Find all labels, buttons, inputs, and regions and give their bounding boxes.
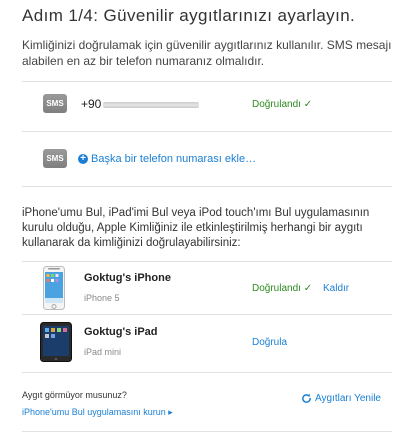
phone-verified-status: Doğrulandı ✓	[252, 99, 313, 110]
divider	[22, 261, 392, 262]
divider	[22, 81, 392, 82]
sms-icon: SMS	[43, 94, 67, 113]
divider	[22, 314, 392, 315]
remove-device-button[interactable]: Kaldır	[323, 283, 349, 294]
sms-icon: SMS	[43, 149, 67, 168]
ipad-icon	[40, 322, 72, 362]
add-phone-link[interactable]: + Başka bir telefon numarası ekle…	[78, 153, 256, 165]
redacted-number	[103, 101, 200, 108]
install-find-my-link[interactable]: iPhone'umu Bul uygulamasını kurun ▸	[22, 407, 173, 418]
plus-circle-icon: +	[78, 154, 88, 164]
divider	[22, 372, 392, 373]
divider	[22, 131, 392, 132]
divider	[22, 186, 392, 187]
refresh-icon	[302, 393, 311, 403]
find-my-description: iPhone'umu Bul, iPad'imi Bul veya iPod t…	[22, 207, 370, 249]
device-model: iPhone 5	[84, 293, 120, 303]
verify-device-button[interactable]: Doğrula	[252, 337, 287, 348]
phone-number-prefix: +90	[81, 97, 102, 111]
refresh-label: Aygıtları Yenile	[315, 393, 381, 404]
no-device-question: Aygıt görmüyor musunuz?	[22, 390, 127, 400]
device-name: Goktug's iPhone	[84, 272, 171, 284]
intro-text: Kimliğinizi doğrulamak için güvenilir ay…	[22, 38, 392, 68]
divider	[22, 431, 392, 432]
device-model: iPad mini	[84, 347, 122, 357]
iphone-icon	[43, 266, 65, 310]
device-verified-status: Doğrulandı ✓	[252, 283, 313, 294]
phone-number: +90	[81, 97, 200, 111]
refresh-devices-button[interactable]: Aygıtları Yenile	[301, 393, 381, 404]
page-title: Adım 1/4: Güvenilir aygıtlarınızı ayarla…	[22, 6, 356, 25]
add-phone-label: Başka bir telefon numarası ekle…	[91, 153, 257, 165]
device-name: Goktug's iPad	[84, 326, 158, 338]
